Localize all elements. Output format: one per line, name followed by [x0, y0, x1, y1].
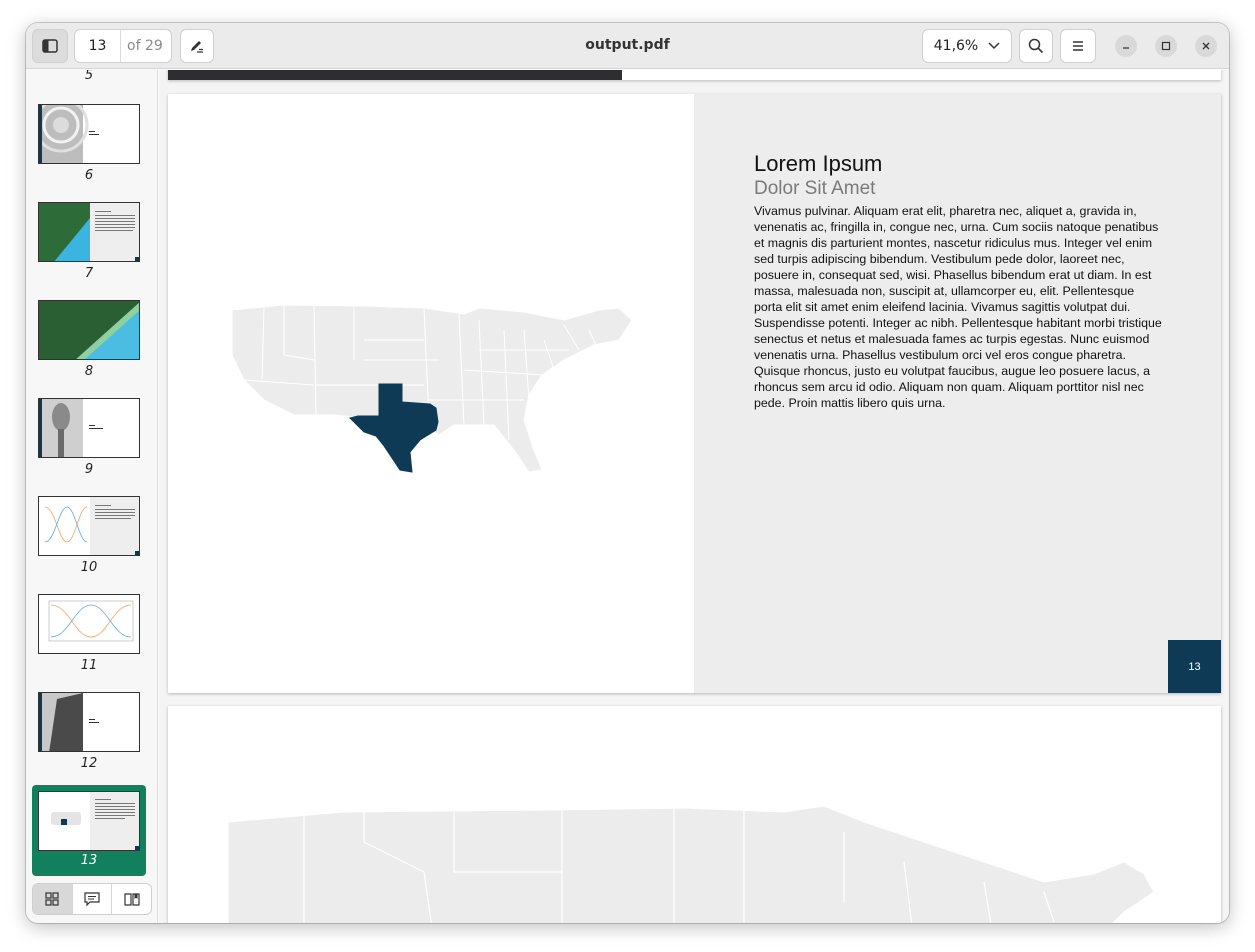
us-states-fill [231, 304, 633, 473]
page-subheading: Dolor Sit Amet [754, 178, 876, 199]
zoom-level: 41,6% [933, 38, 979, 54]
annotations-icon [84, 892, 100, 906]
thumbnail-label: 7 [84, 266, 94, 281]
thumbnail-page-11[interactable]: 11 [32, 594, 146, 674]
thumbnail-image [38, 202, 140, 262]
thumbnail-page-6[interactable]: 6 [32, 104, 146, 184]
close-window-button[interactable] [1195, 35, 1217, 57]
thumbnail-page-9[interactable]: 9 [32, 398, 146, 478]
thumbnail-label: 10 [80, 560, 98, 575]
document-view[interactable]: Lorem Ipsum Dolor Sit Amet Vivamus pulvi… [159, 70, 1229, 923]
us-map [231, 304, 633, 473]
thumbnail-page-10[interactable]: 10 [32, 496, 146, 576]
thumbnail-label: 8 [84, 364, 94, 379]
minimize-button[interactable] [1115, 35, 1137, 57]
bookmarks-icon [124, 893, 140, 906]
pdf-page-12 [168, 70, 1221, 80]
current-page-input[interactable]: 13 [75, 29, 121, 63]
thumbnail-label: 9 [84, 462, 94, 477]
thumbnail-sidebar[interactable]: 5 6 7 8 9 10 11 12 13 [26, 70, 158, 923]
thumbnail-image [38, 692, 140, 752]
minimize-icon [1123, 47, 1129, 49]
thumbnail-page-13[interactable]: 13 [32, 785, 146, 876]
thumbnail-image [38, 791, 140, 851]
pdf-page-13: Lorem Ipsum Dolor Sit Amet Vivamus pulvi… [168, 94, 1221, 693]
close-icon [1202, 42, 1210, 50]
search-button[interactable] [1019, 29, 1053, 63]
sidebar-toggle-icon [42, 39, 58, 53]
thumbnail-label: 6 [84, 168, 94, 183]
page-number-entry[interactable]: 13 of 29 [74, 29, 172, 63]
bookmarks-view-button[interactable] [112, 884, 151, 914]
header-bar: 13 of 29 output.pdf 41,6% [26, 23, 1229, 69]
thumbnail-page-5[interactable]: 5 [32, 70, 146, 86]
thumbnail-image [38, 496, 140, 556]
page-image-fragment [168, 70, 622, 80]
thumbnail-image [38, 104, 140, 164]
thumbnail-label: 13 [80, 853, 98, 868]
thumbnail-label: 5 [84, 70, 94, 83]
us-map-zoomed [227, 805, 1155, 923]
sidebar-view-switcher [32, 883, 152, 915]
page-body-text: Vivamus pulvinar. Aliquam erat elit, pha… [754, 204, 1162, 410]
page-total-label: of 29 [127, 38, 163, 54]
thumbnail-page-8[interactable]: 8 [32, 300, 146, 380]
thumbnail-label: 12 [80, 756, 98, 771]
text-panel: Lorem Ipsum Dolor Sit Amet Vivamus pulvi… [694, 94, 1221, 693]
chevron-down-icon [988, 42, 1000, 50]
maximize-button[interactable] [1155, 35, 1177, 57]
pdf-viewer-window: 13 of 29 output.pdf 41,6% 5 6 7 8 9 10 1… [26, 23, 1229, 923]
search-icon [1028, 38, 1044, 54]
page-number-badge: 13 [1168, 640, 1221, 693]
main-menu-button[interactable] [1060, 29, 1096, 63]
pdf-page-14 [168, 706, 1221, 923]
zoom-dropdown[interactable]: 41,6% [922, 29, 1012, 63]
annotate-button[interactable] [180, 29, 214, 63]
thumbnail-label: 11 [80, 658, 98, 673]
thumbnail-image [38, 594, 140, 654]
hamburger-menu-icon [1073, 41, 1083, 51]
thumbnail-page-7[interactable]: 7 [32, 202, 146, 282]
thumbnail-image [38, 398, 140, 458]
page-heading: Lorem Ipsum [754, 151, 883, 176]
maximize-icon [1161, 41, 1171, 51]
thumbnail-page-12[interactable]: 12 [32, 692, 146, 772]
thumbnails-view-button[interactable] [33, 884, 73, 914]
annotations-view-button[interactable] [73, 884, 113, 914]
thumbnail-image [38, 300, 140, 360]
annotate-pen-icon [191, 41, 203, 53]
sidebar-toggle-button[interactable] [32, 29, 68, 63]
grid-view-icon [45, 892, 59, 906]
